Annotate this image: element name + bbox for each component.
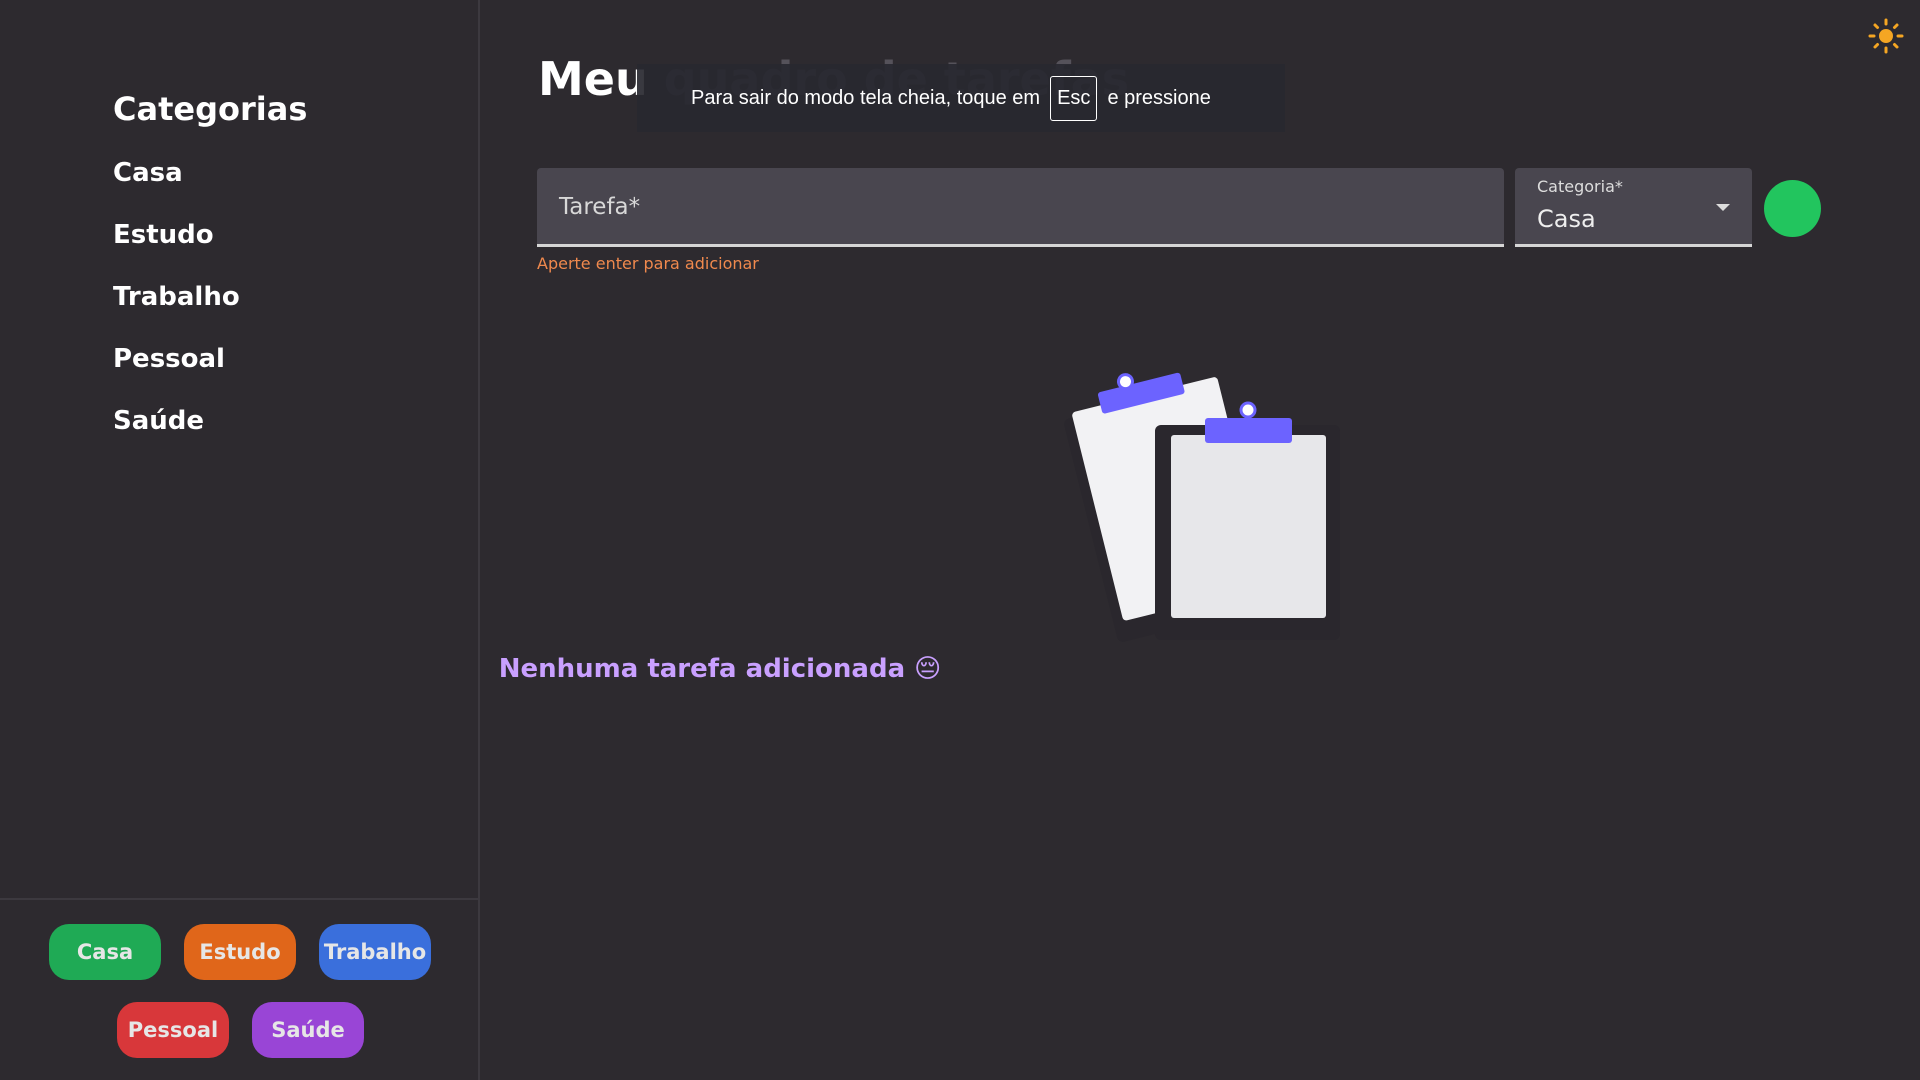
category-chips: Casa Estudo Trabalho Pessoal Saúde bbox=[0, 898, 478, 1080]
chip-pessoal[interactable]: Pessoal bbox=[117, 1002, 229, 1058]
toast-text-after: e pressione bbox=[1107, 86, 1211, 109]
sidebar-item-estudo[interactable]: Estudo bbox=[113, 220, 214, 250]
sidebar-item-pessoal[interactable]: Pessoal bbox=[113, 344, 225, 374]
chip-saude[interactable]: Saúde bbox=[252, 1002, 364, 1058]
task-input[interactable]: Tarefa* bbox=[537, 168, 1504, 247]
add-task-button[interactable] bbox=[1764, 180, 1821, 237]
sun-icon[interactable] bbox=[1868, 18, 1904, 54]
category-select[interactable]: Categoria* Casa bbox=[1515, 168, 1752, 247]
chip-estudo[interactable]: Estudo bbox=[184, 924, 296, 980]
chip-casa[interactable]: Casa bbox=[49, 924, 161, 980]
toast-text: Para sair do modo tela cheia, toque em bbox=[691, 86, 1041, 109]
empty-state-message: Nenhuma tarefa adicionada 😔 bbox=[498, 654, 942, 684]
category-value: Casa bbox=[1537, 205, 1596, 233]
task-placeholder: Tarefa* bbox=[559, 194, 641, 220]
sidebar-item-casa[interactable]: Casa bbox=[113, 158, 183, 188]
sidebar-item-trabalho[interactable]: Trabalho bbox=[113, 282, 240, 312]
esc-key: Esc bbox=[1050, 75, 1098, 121]
input-hint: Aperte enter para adicionar bbox=[537, 254, 759, 273]
categories-heading: Categorias bbox=[113, 90, 308, 128]
category-label: Categoria* bbox=[1537, 177, 1623, 196]
fullscreen-toast: Para sair do modo tela cheia, toque em E… bbox=[637, 64, 1285, 132]
sidebar: Categorias Casa Estudo Trabalho Pessoal … bbox=[0, 0, 480, 1080]
chip-trabalho[interactable]: Trabalho bbox=[319, 924, 431, 980]
sidebar-item-saude[interactable]: Saúde bbox=[113, 406, 204, 436]
empty-clipboards-illustration bbox=[1064, 372, 1340, 642]
title-first: Meu bbox=[538, 52, 648, 106]
chevron-down-icon bbox=[1716, 204, 1730, 211]
